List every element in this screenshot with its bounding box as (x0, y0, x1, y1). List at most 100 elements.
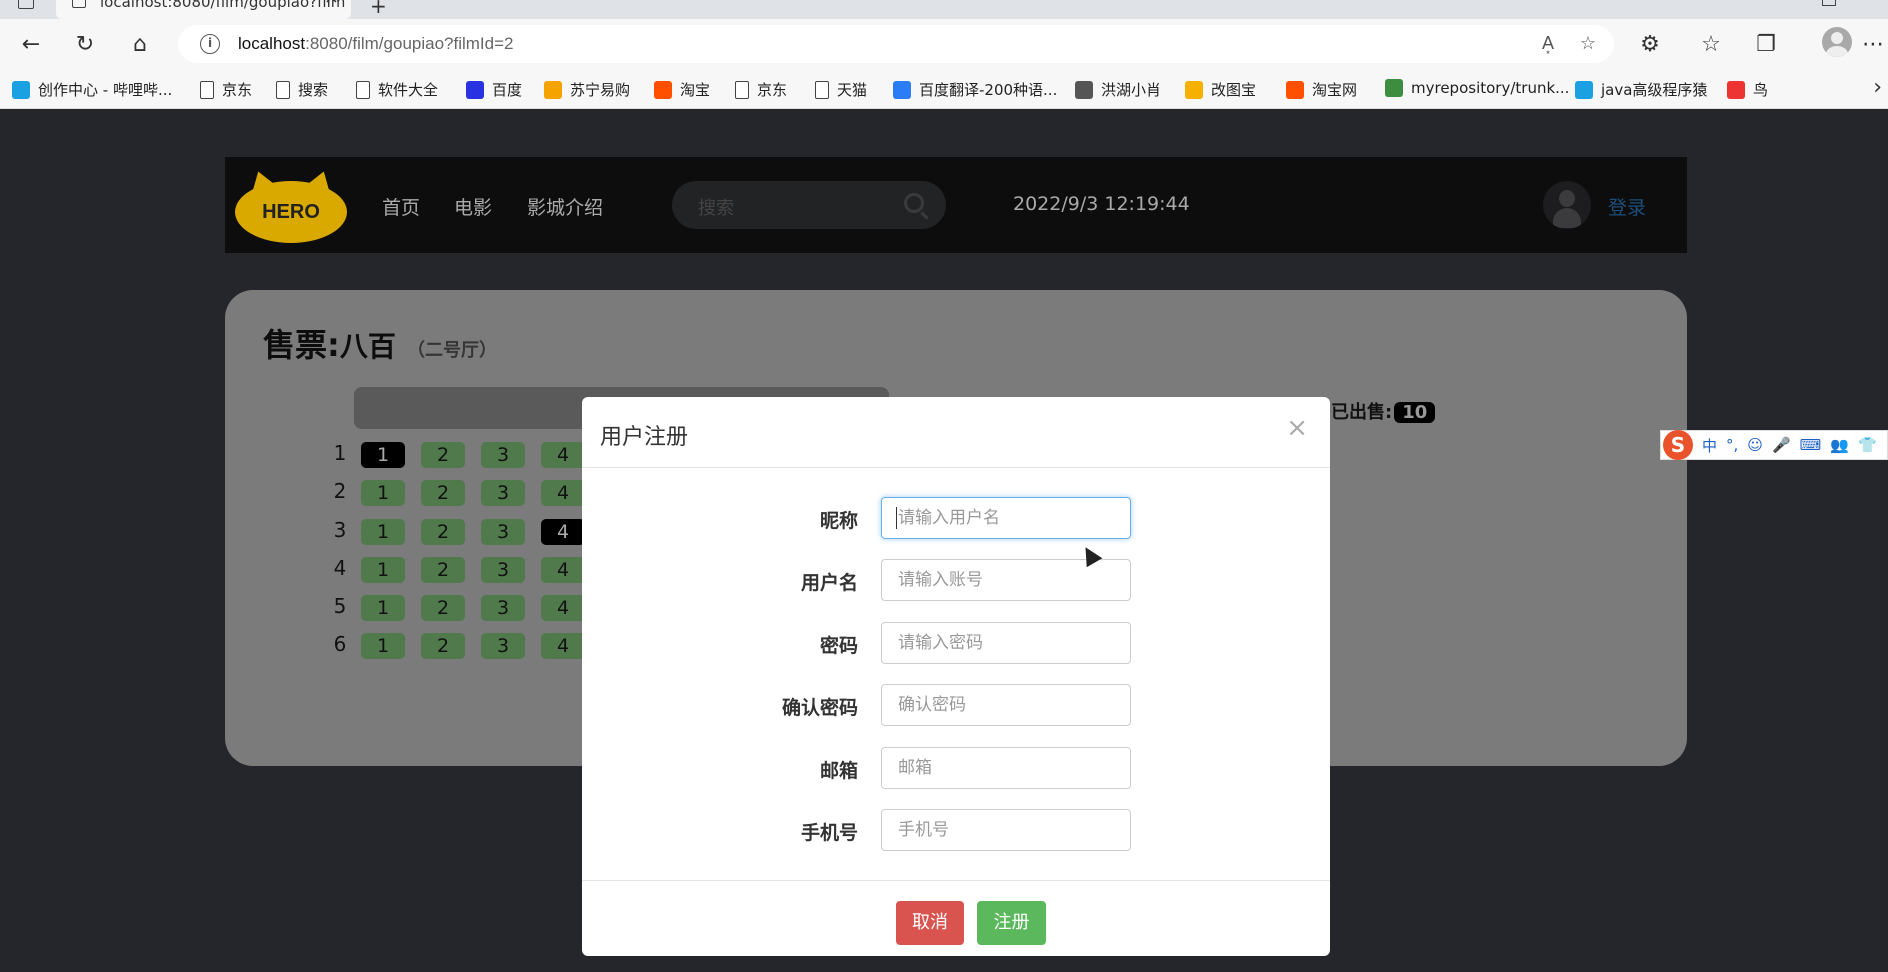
seat-available[interactable]: 3 (481, 595, 525, 621)
register-button[interactable]: 注册 (977, 901, 1046, 945)
users-icon[interactable]: 👥 (1830, 436, 1849, 454)
bookmark-item[interactable]: 搜索 (276, 79, 328, 100)
bookmark-item[interactable]: 软件大全 (356, 79, 438, 100)
refresh-icon[interactable]: ↻ (70, 29, 100, 59)
seat-available[interactable]: 4 (541, 480, 585, 506)
keyboard-icon[interactable]: ⌨ (1800, 436, 1822, 454)
bookmark-item[interactable]: 苏宁易购 (544, 79, 630, 100)
browser-tab-bar: localhost:8080/film/goupiao?film × + (0, 0, 1888, 19)
back-icon[interactable]: ← (16, 29, 46, 59)
page-icon (735, 80, 749, 99)
seat-available[interactable]: 1 (361, 633, 405, 659)
bookmark-label: 淘宝 (680, 81, 711, 99)
taobao-icon (1286, 80, 1304, 99)
seat-available[interactable]: 2 (421, 519, 465, 545)
seat-available[interactable]: 1 (361, 519, 405, 545)
seat-available[interactable]: 1 (361, 557, 405, 583)
home-icon[interactable]: ⌂ (125, 29, 155, 59)
seat-available[interactable]: 3 (481, 442, 525, 468)
seat-available[interactable]: 2 (421, 595, 465, 621)
url-text[interactable]: localhost:8080/film/goupiao?filmId=2 (238, 34, 514, 54)
bookmark-item[interactable]: java高级程序猿 (1575, 79, 1707, 100)
user-avatar[interactable] (1543, 181, 1591, 229)
bookmark-item[interactable]: 改图宝 (1185, 79, 1256, 100)
new-tab-icon[interactable]: + (370, 0, 387, 18)
site-info-icon[interactable]: i (200, 34, 220, 54)
bookmark-item[interactable]: 京东 (735, 79, 787, 100)
phone-input[interactable]: 手机号 (881, 809, 1131, 851)
bookmark-item[interactable]: 京东 (200, 79, 252, 100)
skin-icon[interactable]: 👕 (1858, 436, 1877, 454)
bookmark-label: 创作中心 - 哔哩哔... (38, 81, 173, 99)
emoji-icon[interactable]: ☺ (1747, 436, 1763, 454)
read-aloud-icon[interactable]: A͙ (1542, 33, 1554, 54)
confirm-password-input[interactable]: 确认密码 (881, 684, 1131, 726)
seat-available[interactable]: 3 (481, 633, 525, 659)
bookmark-label: java高级程序猿 (1601, 81, 1708, 99)
site-search[interactable]: 搜索 (672, 181, 946, 229)
seat-available[interactable]: 4 (541, 633, 585, 659)
nav-movies[interactable]: 电影 (454, 193, 492, 220)
seat-available[interactable]: 2 (421, 557, 465, 583)
password-input[interactable]: 请输入密码 (881, 622, 1131, 664)
bookmark-item[interactable]: 创作中心 - 哔哩哔... (12, 79, 172, 100)
seat-available[interactable]: 3 (481, 557, 525, 583)
login-link[interactable]: 登录 (1608, 193, 1646, 220)
seat-available[interactable]: 1 (361, 595, 405, 621)
nickname-input[interactable]: 请输入用户名 (881, 497, 1131, 539)
chinese-mode-icon[interactable]: 中 (1702, 435, 1717, 456)
bookmark-item[interactable]: 百度 (466, 79, 522, 100)
bookmark-item[interactable]: 淘宝网 (1286, 79, 1357, 100)
seat-available[interactable]: 3 (481, 480, 525, 506)
seat-available[interactable]: 2 (421, 480, 465, 506)
username-input[interactable]: 请输入账号 (881, 559, 1131, 601)
logo-ear-left (246, 167, 276, 193)
profile-avatar[interactable] (1822, 27, 1852, 57)
nav-cinema-intro[interactable]: 影城介绍 (527, 193, 603, 220)
punctuation-icon[interactable]: °, (1726, 436, 1738, 454)
password-label: 密码 (819, 635, 858, 657)
search-icon[interactable] (904, 193, 924, 213)
seat-available[interactable]: 4 (541, 595, 585, 621)
extensions-icon[interactable]: ⚙ (1635, 29, 1665, 59)
hero-logo[interactable]: HERO (235, 167, 347, 243)
collections-icon[interactable]: ❐ (1751, 29, 1781, 59)
input-placeholder: 请输入用户名 (898, 508, 1000, 528)
seat-available[interactable]: 4 (541, 442, 585, 468)
seat-sold[interactable]: 1 (361, 442, 405, 468)
bilibili-icon (1575, 80, 1593, 99)
cancel-button[interactable]: 取消 (896, 901, 964, 945)
bookmarks-overflow-icon[interactable]: › (1873, 75, 1882, 100)
bookmark-item[interactable]: 百度翻译-200种语... (893, 79, 1057, 100)
seat-available[interactable]: 1 (361, 480, 405, 506)
bookmark-label: 淘宝网 (1312, 81, 1358, 99)
sidebar-toggle-icon[interactable] (18, 0, 34, 9)
bookmark-item[interactable]: myrepository/trunk... (1385, 79, 1569, 97)
seat-available[interactable]: 4 (541, 557, 585, 583)
restore-window-icon[interactable] (1822, 0, 1836, 6)
seat-available[interactable]: 3 (481, 519, 525, 545)
browser-tab[interactable]: localhost:8080/film/goupiao?film × (56, 0, 351, 19)
email-input[interactable]: 邮箱 (881, 747, 1131, 789)
input-placeholder: 手机号 (898, 820, 949, 840)
bookmark-item[interactable]: 鸟 (1727, 79, 1768, 100)
sold-count: 已出售: 10 (1331, 398, 1436, 424)
add-favorite-icon[interactable]: ☆ (1580, 33, 1596, 54)
bookmark-item[interactable]: 淘宝 (654, 79, 710, 100)
sogou-logo-icon[interactable]: S (1663, 430, 1693, 460)
more-icon[interactable]: ⋯ (1858, 29, 1888, 59)
bird-icon (1727, 80, 1745, 99)
microphone-icon[interactable]: 🎤 (1772, 436, 1791, 454)
close-icon[interactable]: × (1286, 413, 1308, 443)
nav-home[interactable]: 首页 (382, 193, 420, 220)
row-number: 5 (333, 594, 347, 618)
seat-available[interactable]: 2 (421, 633, 465, 659)
clock-time: 2022/9/3 12:19:44 (1013, 193, 1190, 215)
phone-label: 手机号 (800, 822, 858, 844)
bookmark-item[interactable]: 天猫 (815, 79, 867, 100)
address-bar[interactable]: i localhost:8080/film/goupiao?filmId=2 A… (178, 25, 1614, 63)
seat-sold[interactable]: 4 (541, 519, 585, 545)
bookmark-item[interactable]: 洪湖小肖 (1075, 79, 1161, 100)
seat-available[interactable]: 2 (421, 442, 465, 468)
favorites-icon[interactable]: ☆ (1696, 29, 1726, 59)
